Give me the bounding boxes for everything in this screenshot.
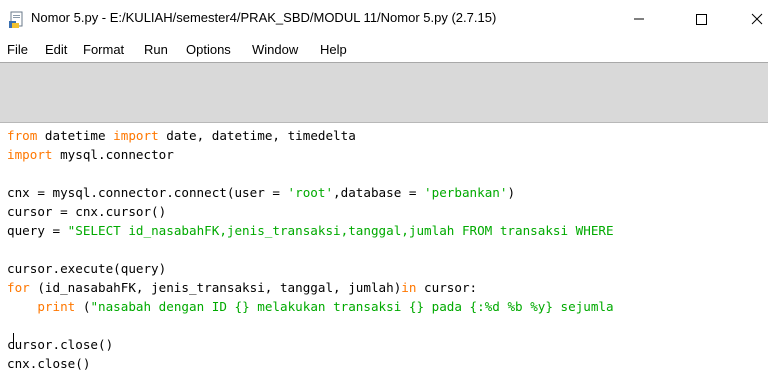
python-idle-icon [8, 11, 26, 29]
minimize-icon [634, 18, 644, 20]
code-keyword: import [7, 147, 53, 162]
code-text: cnx.close() [7, 356, 91, 371]
close-button[interactable] [724, 4, 768, 34]
code-text: ( [75, 299, 91, 314]
menu-file[interactable]: File [7, 42, 28, 57]
code-line: from datetime import date, datetime, tim… [7, 126, 765, 145]
code-text: ,database = [333, 185, 425, 200]
code-line: query = "SELECT id_nasabahFK,jenis_trans… [7, 221, 765, 240]
code-keyword: import [113, 128, 159, 143]
menu-bar: File Edit Format Run Options Window Help [0, 38, 768, 60]
code-text: cnx = mysql.connector.connect(user = [7, 185, 288, 200]
code-keyword: for [7, 280, 30, 295]
code-line: cursor.execute(query) [7, 259, 765, 278]
code-keyword: from [7, 128, 38, 143]
code-line: for (id_nasabahFK, jenis_transaksi, tang… [7, 278, 765, 297]
code-text: ) [507, 185, 516, 200]
code-line: cnx.close() [7, 354, 765, 373]
code-text: cursor = cnx.cursor() [7, 204, 167, 219]
code-string: "nasabah dengan ID {} melakukan transaks… [90, 299, 614, 314]
code-keyword: in [401, 280, 417, 295]
code-text: cursor.execute(query) [7, 261, 167, 276]
code-text: mysql.connector [52, 147, 174, 162]
maximize-button[interactable] [678, 4, 724, 34]
code-line: cursor.close() [7, 335, 765, 354]
menu-help[interactable]: Help [320, 42, 347, 57]
code-text: date, datetime, timedelta [158, 128, 356, 143]
minimize-button[interactable] [616, 4, 662, 34]
code-editor[interactable]: from datetime import date, datetime, tim… [0, 122, 768, 377]
menu-format[interactable]: Format [83, 42, 124, 57]
code-string: 'perbankan' [424, 185, 508, 200]
code-text: (id_nasabahFK, jenis_transaksi, tanggal,… [29, 280, 402, 295]
window-title: Nomor 5.py - E:/KULIAH/semester4/PRAK_SB… [31, 10, 497, 25]
code-keyword: print [37, 299, 76, 314]
code-text: query = [7, 223, 68, 238]
code-line: cnx = mysql.connector.connect(user = 'ro… [7, 183, 765, 202]
menu-options[interactable]: Options [186, 42, 231, 57]
title-bar: Nomor 5.py - E:/KULIAH/semester4/PRAK_SB… [0, 0, 768, 38]
code-text: datetime [37, 128, 114, 143]
toolbar-area [0, 62, 768, 123]
code-text: cursor.close() [7, 337, 114, 352]
maximize-icon [696, 14, 707, 25]
code-line: cursor = cnx.cursor() [7, 202, 765, 221]
code-string: 'root' [287, 185, 334, 200]
code-string: "SELECT id_nasabahFK,jenis_transaksi,tan… [67, 223, 614, 238]
menu-run[interactable]: Run [144, 42, 168, 57]
code-text: cursor: [416, 280, 478, 295]
menu-edit[interactable]: Edit [45, 42, 67, 57]
code-line: import mysql.connector [7, 145, 765, 164]
close-icon [751, 13, 763, 25]
menu-window[interactable]: Window [252, 42, 298, 57]
code-line: print ("nasabah dengan ID {} melakukan t… [7, 297, 765, 316]
